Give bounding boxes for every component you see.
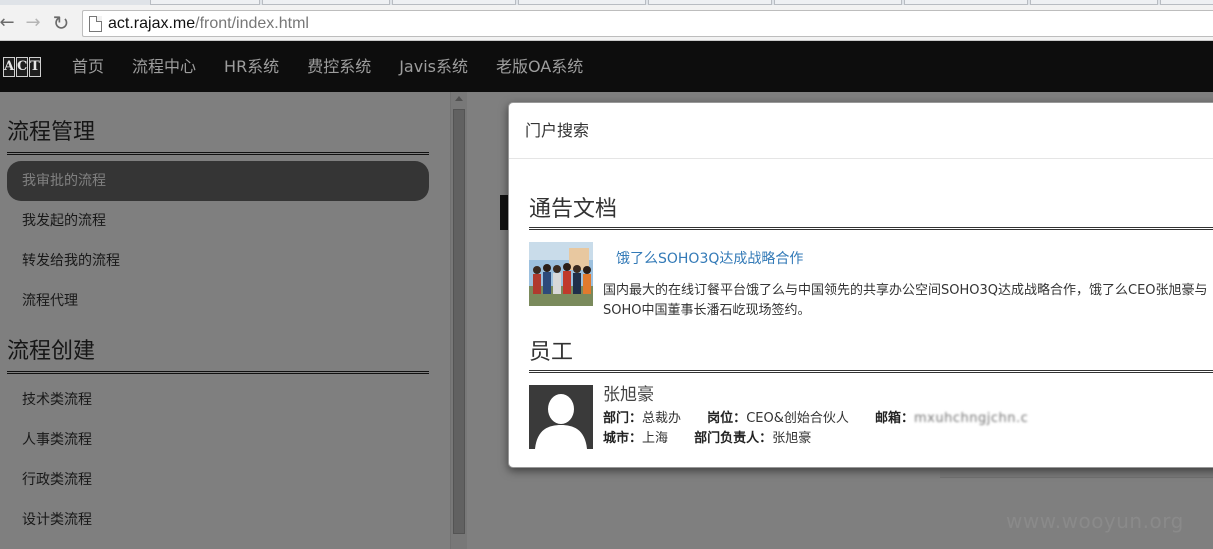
- portal-search-modal: 门户搜索 通告文档 饿了么SOHO3Q达成战略合作 国内最大的在线订餐平台饿了么…: [508, 102, 1213, 468]
- modal-title: 门户搜索: [525, 121, 590, 140]
- position-value: CEO&创始合伙人: [746, 411, 849, 426]
- notice-thumbnail[interactable]: [529, 242, 593, 306]
- manager-label: 部门负责人：: [694, 431, 773, 446]
- email-label: 邮箱：: [875, 411, 915, 426]
- back-arrow-icon[interactable]: ←: [0, 12, 18, 34]
- act-logo[interactable]: A C T: [3, 57, 41, 77]
- position-label: 岗位：: [707, 411, 747, 426]
- watermark: www.wooyun.org: [1006, 509, 1184, 533]
- nav-link-process-center[interactable]: 流程中心: [118, 41, 210, 92]
- modal-header: 门户搜索: [509, 103, 1213, 159]
- nav-link-hr[interactable]: HR系统: [210, 41, 293, 92]
- city-label: 城市：: [603, 431, 643, 446]
- reload-icon[interactable]: ↻: [50, 12, 72, 34]
- nav-links: 首页 流程中心 HR系统 费控系统 Javis系统 老版OA系统: [58, 41, 597, 92]
- nav-link-old-oa[interactable]: 老版OA系统: [482, 41, 597, 92]
- city-value: 上海: [642, 431, 669, 446]
- forward-arrow-icon[interactable]: →: [22, 12, 44, 34]
- nav-link-home[interactable]: 首页: [58, 41, 118, 92]
- email-value: mxuhchngjchn.c: [914, 411, 1029, 426]
- notice-description: 国内最大的在线订餐平台饿了么与中国领先的共享办公空间SOHO3Q达成战略合作，饿…: [603, 283, 1208, 318]
- dept-value: 总裁办: [642, 411, 682, 426]
- browser-toolbar: ← → ↻ act.rajax.me/front/index.html: [0, 5, 1213, 41]
- manager-value: 张旭豪: [772, 431, 812, 446]
- dept-label: 部门：: [603, 411, 643, 426]
- nav-link-expense[interactable]: 费控系统: [293, 41, 385, 92]
- employee-section-title: 员工: [529, 338, 1213, 373]
- employee-info-line: 部门：总裁办 岗位：CEO&创始合伙人 邮箱：mxuhchngjchn.c: [603, 409, 1028, 429]
- page-icon: [89, 16, 102, 32]
- notice-section-title: 通告文档: [529, 195, 1213, 230]
- screen: ← → ↻ act.rajax.me/front/index.html A C …: [0, 0, 1213, 549]
- top-navbar: A C T 首页 流程中心 HR系统 费控系统 Javis系统 老版OA系统: [0, 41, 1213, 92]
- employee-name[interactable]: 张旭豪: [603, 383, 654, 407]
- nav-link-javis[interactable]: Javis系统: [385, 41, 482, 92]
- url-text: act.rajax.me/front/index.html: [108, 15, 309, 32]
- notice-link[interactable]: 饿了么SOHO3Q达成战略合作: [616, 249, 803, 269]
- default-avatar-icon: [529, 385, 593, 449]
- employee-info-line: 城市：上海 部门负责人：张旭豪: [603, 429, 811, 449]
- address-bar[interactable]: act.rajax.me/front/index.html: [82, 10, 1213, 37]
